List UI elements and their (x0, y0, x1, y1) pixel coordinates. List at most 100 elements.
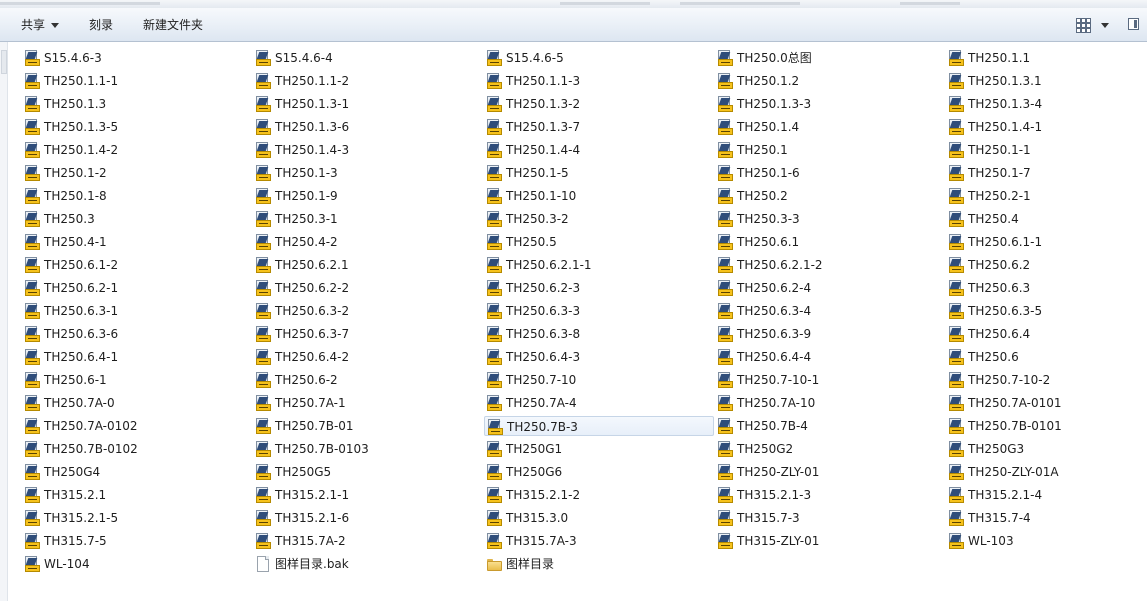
file-item[interactable]: TH250.1.3-5 (25, 117, 245, 137)
file-item[interactable]: TH250.6.1 (718, 232, 938, 252)
file-item[interactable]: S15.4.6-4 (256, 48, 476, 68)
file-item[interactable]: TH250.3-3 (718, 209, 938, 229)
pane-splitter-handle[interactable] (1, 50, 7, 74)
file-item[interactable]: TH250.5 (487, 232, 707, 252)
file-item[interactable]: TH250.6.2-4 (718, 278, 938, 298)
file-item[interactable]: TH315.7-3 (718, 508, 938, 528)
file-item[interactable]: TH250.4 (949, 209, 1147, 229)
file-item[interactable]: TH250-ZLY-01A (949, 462, 1147, 482)
file-item[interactable]: TH250.1-3 (256, 163, 476, 183)
file-item[interactable]: TH250.6.3 (949, 278, 1147, 298)
file-item[interactable]: TH250.7B-3 (484, 416, 714, 436)
file-item[interactable]: TH250.1-10 (487, 186, 707, 206)
file-item[interactable]: TH250.1-2 (25, 163, 245, 183)
file-item[interactable]: TH250G2 (718, 439, 938, 459)
file-item[interactable]: TH250.6.4-2 (256, 347, 476, 367)
file-item[interactable]: TH315.2.1-2 (487, 485, 707, 505)
file-item[interactable]: TH250.6.3-2 (256, 301, 476, 321)
file-item[interactable]: TH250G3 (949, 439, 1147, 459)
file-item[interactable]: TH250.1.3 (25, 94, 245, 114)
file-item[interactable]: TH315.2.1-6 (256, 508, 476, 528)
file-item[interactable]: TH315.2.1-3 (718, 485, 938, 505)
file-item[interactable]: TH250.7B-01 (256, 416, 476, 436)
file-item[interactable]: TH250.6.2 (949, 255, 1147, 275)
file-item[interactable]: TH250.6.4-1 (25, 347, 245, 367)
file-item[interactable]: 图样目录 (487, 554, 707, 574)
file-item[interactable]: TH250.7B-0103 (256, 439, 476, 459)
file-item[interactable]: WL-103 (949, 531, 1147, 551)
file-item[interactable]: TH250.1.3-7 (487, 117, 707, 137)
file-item[interactable]: TH250G1 (487, 439, 707, 459)
file-item[interactable]: TH250.7A-0101 (949, 393, 1147, 413)
file-item[interactable]: TH315.7-5 (25, 531, 245, 551)
file-item[interactable]: TH250.7-10-2 (949, 370, 1147, 390)
file-item[interactable]: TH250.1-7 (949, 163, 1147, 183)
file-item[interactable]: TH250.1.3.1 (949, 71, 1147, 91)
file-item[interactable]: WL-104 (25, 554, 245, 574)
file-item[interactable]: TH250.6.2.1-1 (487, 255, 707, 275)
file-item[interactable]: TH250.1.4 (718, 117, 938, 137)
file-item[interactable]: TH250.6.2-3 (487, 278, 707, 298)
file-item[interactable]: TH250.6.3-6 (25, 324, 245, 344)
file-item[interactable]: TH250.3-1 (256, 209, 476, 229)
file-item[interactable]: TH250G6 (487, 462, 707, 482)
file-item[interactable]: TH250.1.1-1 (25, 71, 245, 91)
file-item[interactable]: TH250.6.1-2 (25, 255, 245, 275)
file-item[interactable]: TH250.1-6 (718, 163, 938, 183)
file-item[interactable]: TH250.1-5 (487, 163, 707, 183)
file-item[interactable]: S15.4.6-3 (25, 48, 245, 68)
file-item[interactable]: TH250.1.1-3 (487, 71, 707, 91)
file-item[interactable]: TH250.7B-0101 (949, 416, 1147, 436)
file-item[interactable]: TH250.6.3-8 (487, 324, 707, 344)
file-item[interactable]: TH250.3-2 (487, 209, 707, 229)
file-item[interactable]: TH250.1.3-3 (718, 94, 938, 114)
file-item[interactable]: TH250.7B-0102 (25, 439, 245, 459)
file-item[interactable]: TH250.4-2 (256, 232, 476, 252)
file-item[interactable]: TH250.3 (25, 209, 245, 229)
file-item[interactable]: TH250.7A-0102 (25, 416, 245, 436)
file-item[interactable]: TH250.1.2 (718, 71, 938, 91)
file-item[interactable]: TH250.6.2-2 (256, 278, 476, 298)
file-item[interactable]: TH250.6.3-9 (718, 324, 938, 344)
file-item[interactable]: TH250.1.1 (949, 48, 1147, 68)
file-item[interactable]: TH250.1.3-6 (256, 117, 476, 137)
file-item[interactable]: TH250.6.3-7 (256, 324, 476, 344)
file-item[interactable]: TH315.2.1-1 (256, 485, 476, 505)
file-item[interactable]: TH250.6.3-1 (25, 301, 245, 321)
file-item[interactable]: TH250.1-1 (949, 140, 1147, 160)
file-item[interactable]: TH250.1-9 (256, 186, 476, 206)
new-folder-button[interactable]: 新建文件夹 (143, 15, 203, 35)
file-item[interactable]: TH250.6-1 (25, 370, 245, 390)
file-item[interactable]: TH250.7A-1 (256, 393, 476, 413)
file-item[interactable]: TH250.7A-10 (718, 393, 938, 413)
share-button[interactable]: 共享 (21, 15, 59, 35)
file-item[interactable]: TH250.1.4-2 (25, 140, 245, 160)
file-item[interactable]: TH250.6.4 (949, 324, 1147, 344)
file-item[interactable]: TH315.7A-3 (487, 531, 707, 551)
file-item[interactable]: TH250.1.4-1 (949, 117, 1147, 137)
file-item[interactable]: TH315.2.1-5 (25, 508, 245, 528)
file-item[interactable]: TH250.6.1-1 (949, 232, 1147, 252)
file-item[interactable]: TH315.2.1 (25, 485, 245, 505)
file-item[interactable]: TH250.1-8 (25, 186, 245, 206)
file-item[interactable]: TH250.6.3-3 (487, 301, 707, 321)
file-item[interactable]: S15.4.6-5 (487, 48, 707, 68)
file-item[interactable]: TH250.7A-0 (25, 393, 245, 413)
view-options-icon[interactable] (1076, 18, 1091, 33)
file-item[interactable]: TH250G5 (256, 462, 476, 482)
file-item[interactable]: TH250.7A-4 (487, 393, 707, 413)
preview-pane-icon[interactable] (1128, 18, 1139, 30)
file-item[interactable]: TH250.6.4-3 (487, 347, 707, 367)
file-item[interactable]: TH315.2.1-4 (949, 485, 1147, 505)
file-item[interactable]: TH250.6.2.1 (256, 255, 476, 275)
file-item[interactable]: TH250.6 (949, 347, 1147, 367)
file-item[interactable]: TH250.6.4-4 (718, 347, 938, 367)
file-item[interactable]: TH250.4-1 (25, 232, 245, 252)
file-item[interactable]: TH250.6.2-1 (25, 278, 245, 298)
file-item[interactable]: TH250.6.2.1-2 (718, 255, 938, 275)
file-item[interactable]: TH250.6.3-4 (718, 301, 938, 321)
file-item[interactable]: TH315.7-4 (949, 508, 1147, 528)
file-item[interactable]: TH250.7B-4 (718, 416, 938, 436)
file-item[interactable]: TH315.7A-2 (256, 531, 476, 551)
file-item[interactable]: TH250.1.4-3 (256, 140, 476, 160)
